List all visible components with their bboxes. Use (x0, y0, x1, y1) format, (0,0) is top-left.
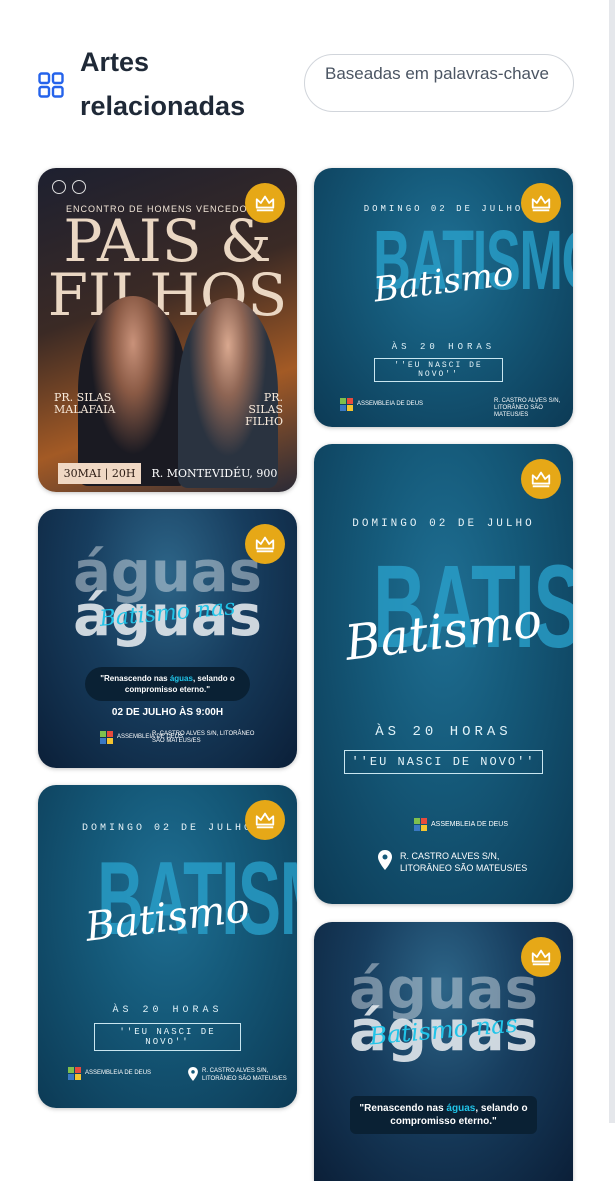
church-address: R. CASTRO ALVES S/N, LITORÂNEO SÃO MATEUS… (400, 851, 528, 873)
grid-icon (38, 72, 64, 98)
event-date: 30MAI | 20H (57, 463, 142, 484)
art-card-batismo-2[interactable]: DOMINGO 02 DE JULHO BATISMO Batismo ÀS 2… (38, 785, 297, 1108)
crown-icon (521, 937, 561, 977)
crown-icon (245, 800, 285, 840)
church-logo: ASSEMBLEIA DE DEUS (414, 818, 508, 831)
church-address: R. CASTRO ALVES S/N, LITORÂNEO SÃO MATEU… (152, 731, 255, 744)
poster-date: DOMINGO 02 DE JULHO (352, 518, 535, 530)
poster-hours: ÀS 20 HORAS (112, 1005, 223, 1016)
art-card-batismo-story[interactable]: DOMINGO 02 DE JULHO BATISMO Batismo ÀS 2… (314, 444, 573, 904)
crown-icon (245, 183, 285, 223)
poster-date: 02 DE JULHO ÀS 9:00H (111, 707, 224, 718)
speaker-label-2: PR. SILAS FILHO (245, 391, 283, 428)
church-address: R. CASTRO ALVES S/N, LITORÂNEO SÃO MATEUS… (494, 398, 561, 418)
art-card-batismo[interactable]: DOMINGO 02 DE JULHO BATISMO Batismo ÀS 2… (314, 168, 573, 427)
poster-title: PAIS & FILHOS (47, 207, 288, 329)
church-logo: ASSEMBLEIA DE DEUS (68, 1067, 151, 1080)
poster-hours: ÀS 20 HORAS (375, 724, 512, 740)
poster-quote: "Renascendo nas águas, selando o comprom… (84, 667, 251, 701)
section-title: Artes relacionadas (80, 47, 246, 121)
location-pin-icon (378, 850, 392, 870)
crown-icon (245, 524, 285, 564)
poster-quote: ''EU NASCI DE NOVO'' (94, 1023, 241, 1051)
crown-icon (521, 459, 561, 499)
art-card-pais-filhos[interactable]: ENCONTRO DE HOMENS VENCEDORES PAIS & FIL… (38, 168, 297, 492)
scrollbar[interactable] (609, 0, 615, 1123)
art-card-batismo-nas-aguas[interactable]: águas águas Batismo nas "Renascendo nas … (38, 509, 297, 768)
location-pin-icon (188, 1067, 198, 1081)
poster-quote: "Renascendo nas águas, selando o comprom… (350, 1096, 537, 1134)
poster-quote: ''EU NASCI DE NOVO'' (344, 750, 543, 774)
poster-hours: ÀS 20 HORAS (391, 342, 496, 352)
speaker-label-1: PR. SILAS MALAFAIA (54, 391, 116, 416)
church-address: R. CASTRO ALVES S/N, LITORÂNEO SÃO MATEUS… (202, 1068, 287, 1082)
crown-icon (521, 183, 561, 223)
event-badges (52, 180, 86, 194)
art-card-batismo-nas-aguas-2[interactable]: águas águas Batismo nas "Renascendo nas … (314, 922, 573, 1181)
event-address: R. MONTEVIDÉU, 900 (151, 467, 278, 480)
poster-quote: ''EU NASCI DE NOVO'' (374, 358, 503, 382)
keyword-filter-pill[interactable]: Baseadas em palavras-chave (304, 54, 574, 112)
church-logo: ASSEMBLEIA DE DEUS (340, 398, 423, 411)
poster-footer: 30MAI | 20H R. MONTEVIDÉU, 900 (38, 463, 297, 484)
